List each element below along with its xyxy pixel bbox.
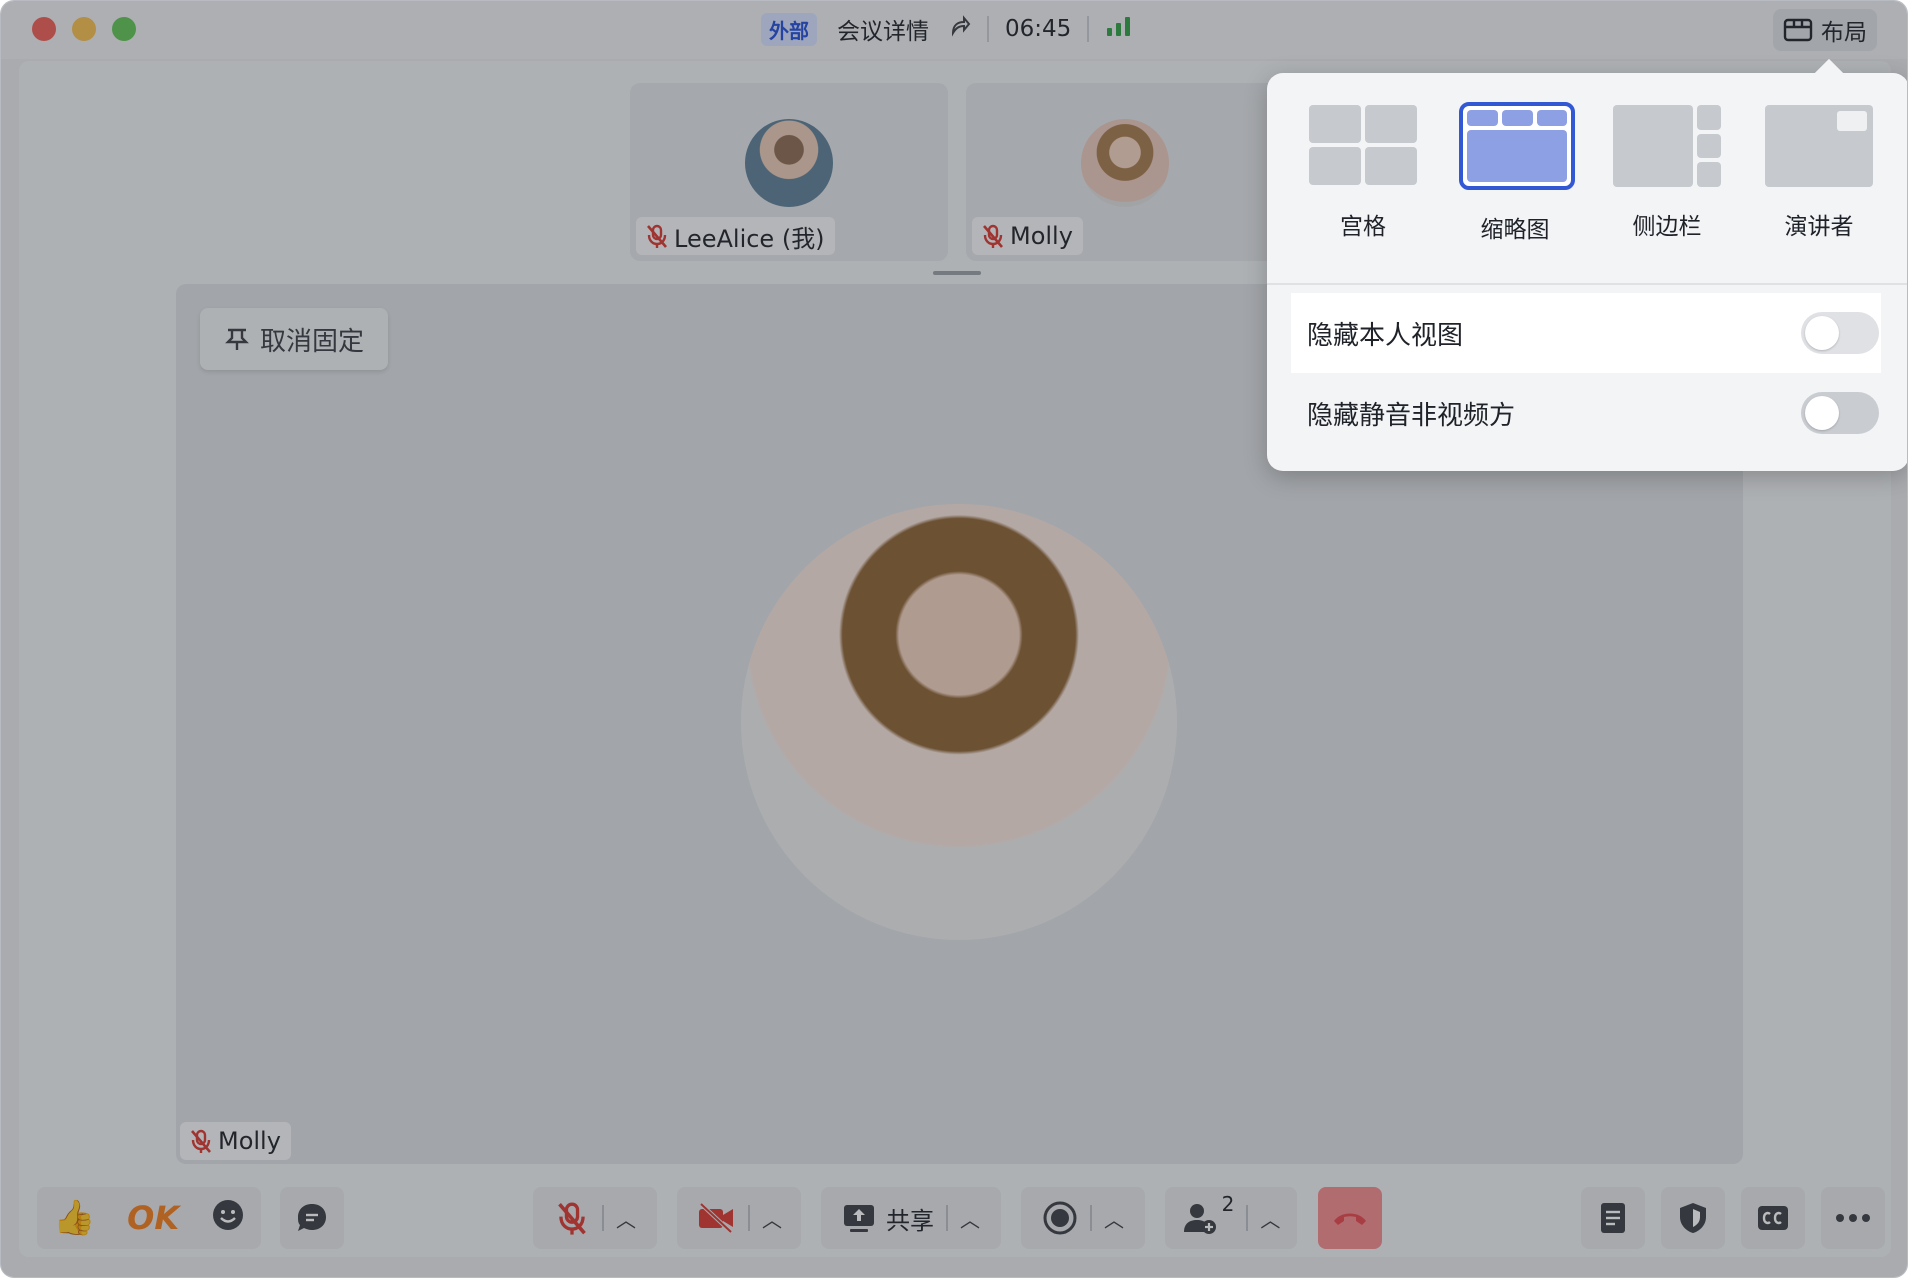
layout-popover: 宫格 缩略图 侧边栏 演讲者 隐藏本人视图 隐藏静音非视频方 <box>1267 58 1907 471</box>
meeting-window: 外部 会议详情 06:45 布局 LeeAlice (我) Molly 取消固定… <box>0 0 1908 1278</box>
popover-divider <box>1267 283 1907 285</box>
hide-self-view-toggle[interactable] <box>1801 312 1879 354</box>
speaker-layout-icon <box>1765 105 1873 187</box>
thumbnail-layout-icon <box>1459 102 1575 190</box>
layout-option-sidebar[interactable]: 侧边栏 <box>1611 105 1723 241</box>
layout-option-thumbnail[interactable]: 缩略图 <box>1459 102 1575 244</box>
hide-non-video-label: 隐藏静音非视频方 <box>1307 400 1516 431</box>
layout-label: 演讲者 <box>1784 214 1854 240</box>
grid-layout-icon <box>1309 105 1417 187</box>
hide-self-view-label: 隐藏本人视图 <box>1307 320 1464 351</box>
layout-option-speaker[interactable]: 演讲者 <box>1763 105 1875 241</box>
hide-self-view-row[interactable]: 隐藏本人视图 <box>1291 293 1881 373</box>
layout-label: 宫格 <box>1340 214 1386 240</box>
hide-non-video-toggle[interactable] <box>1801 392 1879 434</box>
layout-label: 缩略图 <box>1480 217 1550 243</box>
layout-option-grid[interactable]: 宫格 <box>1307 105 1419 241</box>
hide-non-video-row[interactable]: 隐藏静音非视频方 <box>1291 373 1881 453</box>
layout-label: 侧边栏 <box>1632 214 1702 240</box>
sidebar-layout-icon <box>1613 105 1721 187</box>
